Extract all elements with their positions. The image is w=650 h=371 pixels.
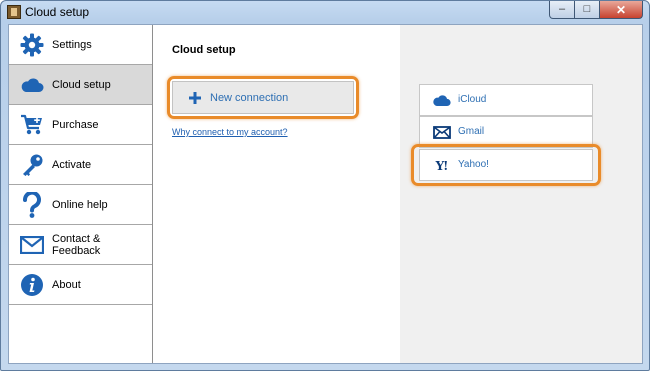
cloud-icon <box>19 72 45 98</box>
page-title: Cloud setup <box>172 44 236 56</box>
question-icon <box>19 191 45 218</box>
maximize-button[interactable]: □ <box>575 1 600 19</box>
sidebar-item-label: Settings <box>52 38 92 51</box>
plus-icon <box>188 91 202 105</box>
envelope-icon <box>19 232 45 258</box>
envelope-icon <box>432 125 451 140</box>
gear-icon <box>19 32 45 58</box>
title-bar[interactable]: Cloud setup – □ ✕ <box>1 1 649 23</box>
minimize-button[interactable]: – <box>549 1 575 19</box>
provider-panel: iCloud Gmail Y! Yahoo! <box>400 25 642 363</box>
provider-label: iCloud <box>458 94 487 105</box>
sidebar-item-label: Online help <box>52 198 108 211</box>
sidebar-item-label: Cloud setup <box>52 78 111 91</box>
provider-icloud[interactable]: iCloud <box>419 84 593 116</box>
highlight-ring <box>411 144 601 186</box>
sidebar: Settings Cloud setup Purchase Activate O… <box>9 25 153 363</box>
cart-icon <box>19 112 45 138</box>
sidebar-item-label: Purchase <box>52 118 99 131</box>
app-window: Cloud setup – □ ✕ Settings Cloud setup P… <box>0 0 650 371</box>
new-connection-button[interactable]: New connection <box>172 81 354 114</box>
sidebar-item-label: Activate <box>52 158 92 171</box>
cloud-icon <box>432 93 451 108</box>
sidebar-item-cloud-setup[interactable]: Cloud setup <box>9 65 152 105</box>
app-icon <box>7 5 21 19</box>
provider-label: Gmail <box>458 126 485 137</box>
client-area: Settings Cloud setup Purchase Activate O… <box>8 24 643 364</box>
window-controls: – □ ✕ <box>549 1 643 19</box>
cloud-setup-panel: Cloud setup New connection Why connect t… <box>154 25 400 363</box>
sidebar-item-online-help[interactable]: Online help <box>9 185 152 225</box>
sidebar-item-label: Contact & Feedback <box>52 232 101 257</box>
sidebar-item-about[interactable]: About <box>9 265 152 305</box>
new-connection-label: New connection <box>210 92 289 104</box>
sidebar-item-purchase[interactable]: Purchase <box>9 105 152 145</box>
sidebar-item-label: About <box>52 278 81 291</box>
close-button[interactable]: ✕ <box>600 1 643 19</box>
window-title: Cloud setup <box>25 5 90 19</box>
sidebar-item-activate[interactable]: Activate <box>9 145 152 185</box>
info-icon <box>19 272 45 298</box>
sidebar-item-contact-feedback[interactable]: Contact & Feedback <box>9 225 152 265</box>
sidebar-item-settings[interactable]: Settings <box>9 25 152 65</box>
key-icon <box>19 152 45 178</box>
why-connect-link[interactable]: Why connect to my account? <box>172 127 288 137</box>
